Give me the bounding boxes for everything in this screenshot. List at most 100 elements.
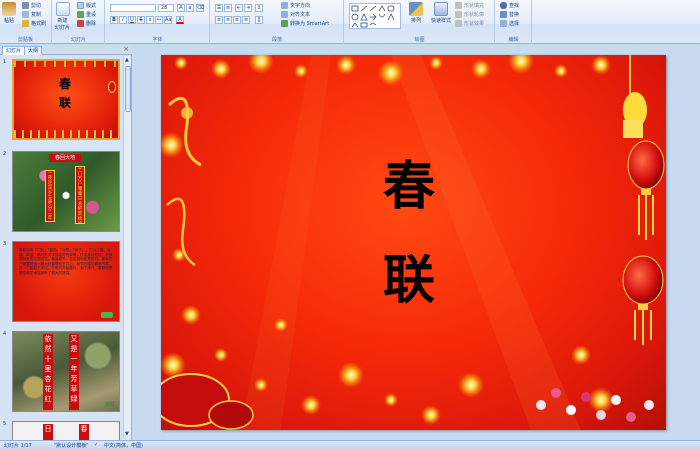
spellcheck-icon[interactable]: ✓ [94,442,98,448]
drawing-group-label: 绘图 [414,37,425,43]
sparkle-decoration [554,64,568,78]
slide-thumbnail-4[interactable]: 依然十里杏花红 又是一年芳草绿 春联 [12,331,120,412]
slide-thumbnail-5[interactable]: 日 春 [12,421,120,440]
sparkle-decoration [301,395,321,415]
shrink-font-icon[interactable]: a [186,4,194,12]
format-painter-button[interactable]: 格式刷 [22,20,46,27]
blossom-decoration [626,412,636,422]
delete-slide-button[interactable]: 删除 [77,20,96,27]
pen-icon [455,11,462,18]
decrease-indent-icon[interactable]: ⇤ [235,4,243,12]
slide-number: 3 [3,241,7,247]
change-case-icon[interactable]: Aa [164,16,172,24]
numbering-icon[interactable]: ≡ [224,4,232,12]
cut-button[interactable]: 剪切 [22,2,41,9]
underline-icon[interactable]: U [128,16,136,24]
line-spacing-icon[interactable]: ↕ [255,4,263,12]
font-size-dropdown[interactable]: 28 [158,4,174,12]
scroll-down-icon[interactable]: ▼ [125,431,129,437]
next-arrow-icon[interactable] [101,312,113,318]
sparkle-decoration [248,55,274,74]
grow-font-icon[interactable]: A [177,4,185,12]
sparkle-decoration [429,56,443,70]
sparkle-decoration [294,64,308,78]
panel-scrollbar[interactable]: ▲ ▼ [123,56,131,438]
tab-outline[interactable]: 大纲 [24,46,43,55]
tab-slides[interactable]: 幻灯片 [2,46,26,55]
increase-indent-icon[interactable]: ⇥ [244,4,252,12]
sparkle-decoration [421,405,441,425]
sparkle-decoration [214,348,228,362]
layout-button[interactable]: 版式 [77,2,96,9]
shapes-gallery[interactable] [349,3,401,29]
sparkle-decoration [471,59,491,79]
smartart-icon [281,20,288,27]
slide-thumbnail-3[interactable]: 春联也叫「门对」「春贴」「对联」「对子」，它以工整、对偶、简洁、精巧的文字描绘时… [12,241,120,322]
thumb-bottom-decor [14,130,118,138]
align-text-button[interactable]: 对齐文本 [281,11,310,18]
copy-icon [22,11,29,18]
blossom-decoration [611,395,621,405]
slide-number: 5 [3,421,7,427]
convert-smartart-button[interactable]: 转换为 SmartArt [281,20,329,27]
clear-format-icon[interactable]: ⌫ [196,4,204,12]
find-button[interactable]: 查找 [500,2,519,9]
slide-thumbnail-1[interactable]: 春 联 [12,59,120,140]
bold-icon[interactable]: B [110,16,118,24]
align-left-icon[interactable]: ≡ [215,16,223,24]
bullets-icon[interactable]: ☰ [215,4,223,12]
paste-button[interactable]: 粘贴 [2,2,16,24]
new-slide-button[interactable]: 新建 幻灯片 [55,2,70,31]
sparkle-decoration [508,55,534,74]
clipboard-group-label: 剪贴板 [17,37,33,43]
char-spacing-icon[interactable]: ↔ [155,16,163,24]
font-group: 28 A a ⌫ B I U S s ↔ Aa A 字体 [106,0,210,44]
blossom-decoration [566,405,576,415]
arrange-icon [409,2,423,16]
copy-button[interactable]: 复制 [22,11,41,18]
shape-fill-button[interactable]: 形状填充 [455,2,484,9]
quick-styles-button[interactable]: 快速样式 [431,2,451,24]
select-button[interactable]: 选择 [500,20,519,27]
slide-canvas[interactable]: 春 联 [161,55,666,430]
sparkle-decoration [336,55,356,75]
blossom-decoration [551,388,561,398]
language-indicator[interactable]: 中文(简体，中国) [104,442,143,449]
columns-icon[interactable]: ‖ [255,16,263,24]
strikethrough-icon[interactable]: S [137,16,145,24]
slide-number: 1 [3,59,7,65]
close-icon[interactable]: × [123,45,129,53]
effects-icon [455,20,462,27]
font-name-dropdown[interactable] [110,4,156,12]
reset-button[interactable]: 重设 [77,11,96,18]
thumb1-title-1: 春 [58,77,71,91]
slide-number: 2 [3,151,7,157]
shape-effects-button[interactable]: 形状效果 [455,20,484,27]
slide-thumbnail-2[interactable]: 春回大地 一夜连双岁五更分二年 千门万户曈曈日总把新桃换旧符 [12,151,120,232]
delete-icon [77,20,84,27]
slides-group-label: 幻灯片 [70,37,86,43]
sparkle-decoration [274,318,288,332]
thumb5-left-couplet: 日 [43,424,53,440]
sparkle-decoration [338,362,364,388]
font-color-icon[interactable]: A [176,16,184,24]
sparkle-decoration [384,393,398,407]
paste-icon [2,2,16,16]
justify-icon[interactable]: ≡ [242,16,250,24]
shape-outline-button[interactable]: 形状轮廓 [455,11,484,18]
arrange-button[interactable]: 排列 [409,2,423,24]
align-center-icon[interactable]: ≡ [224,16,232,24]
drawing-group: 排列 快速样式 形状填充 形状轮廓 形状效果 绘图 [345,0,495,44]
align-right-icon[interactable]: ≡ [233,16,241,24]
slide-title[interactable]: 春 联 [364,140,454,328]
italic-icon[interactable]: I [119,16,127,24]
text-direction-button[interactable]: 文字方向 [281,2,310,9]
replace-button[interactable]: 替换 [500,11,519,18]
scroll-up-icon[interactable]: ▲ [125,57,129,63]
theme-name: "默认设计模板" [54,443,89,449]
status-bar: 幻灯片 1/17 "默认设计模板" ✓ 中文(简体，中国) [0,440,700,449]
shadow-icon[interactable]: s [146,16,154,24]
sparkle-decoration [174,56,188,70]
editing-group-label: 编辑 [508,37,519,43]
scrollbar-thumb[interactable] [125,66,131,112]
